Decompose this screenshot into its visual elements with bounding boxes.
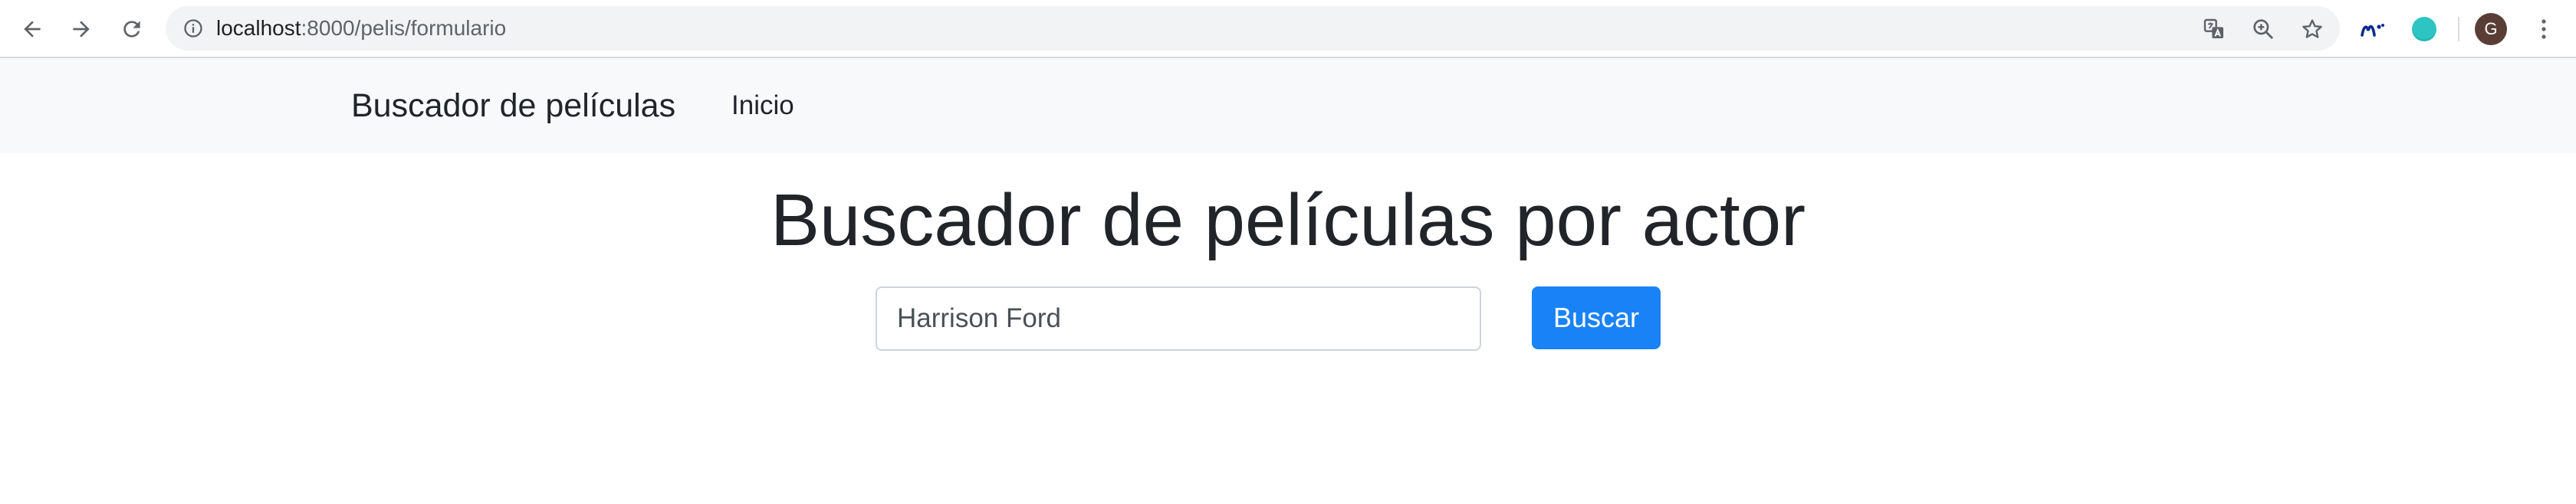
actor-search-input[interactable] bbox=[876, 286, 1481, 351]
kebab-menu-icon bbox=[2542, 19, 2546, 39]
teal-extension-button[interactable] bbox=[2409, 14, 2440, 44]
info-icon[interactable] bbox=[182, 18, 204, 39]
site-navbar: Buscador de películas Inicio bbox=[0, 58, 2576, 153]
arrow-right-icon bbox=[73, 21, 90, 38]
url-host: localhost bbox=[216, 16, 301, 40]
browser-menu-button[interactable] bbox=[2530, 14, 2558, 44]
teal-circle-extension-icon bbox=[2412, 17, 2436, 41]
translate-button[interactable] bbox=[2200, 15, 2228, 43]
toolbar-divider bbox=[2458, 17, 2459, 41]
address-bar[interactable]: localhost:8000/pelis/formulario bbox=[166, 6, 2340, 51]
forward-button[interactable] bbox=[64, 12, 98, 46]
url-text[interactable]: localhost:8000/pelis/formulario bbox=[216, 15, 506, 41]
translate-icon bbox=[2203, 18, 2223, 38]
nav-link-inicio[interactable]: Inicio bbox=[731, 58, 794, 153]
movistar-extension-icon bbox=[2361, 24, 2384, 37]
zoom-in-icon bbox=[2253, 19, 2274, 40]
bookmark-button[interactable] bbox=[2298, 15, 2326, 43]
arrow-left-icon bbox=[24, 21, 41, 38]
movistar-extension-button[interactable] bbox=[2358, 14, 2389, 44]
url-path: :8000/pelis/formulario bbox=[301, 16, 507, 40]
reload-icon bbox=[123, 21, 140, 38]
back-button[interactable] bbox=[15, 12, 49, 46]
profile-avatar[interactable]: G bbox=[2475, 13, 2507, 45]
star-icon bbox=[2302, 19, 2322, 38]
reload-button[interactable] bbox=[115, 12, 149, 46]
browser-toolbar: localhost:8000/pelis/formulario G bbox=[0, 0, 2576, 58]
search-button[interactable]: Buscar bbox=[1532, 286, 1661, 349]
page-title: Buscador de películas por actor bbox=[770, 179, 1806, 261]
navbar-brand[interactable]: Buscador de películas bbox=[351, 58, 675, 153]
zoom-button[interactable] bbox=[2249, 15, 2277, 43]
